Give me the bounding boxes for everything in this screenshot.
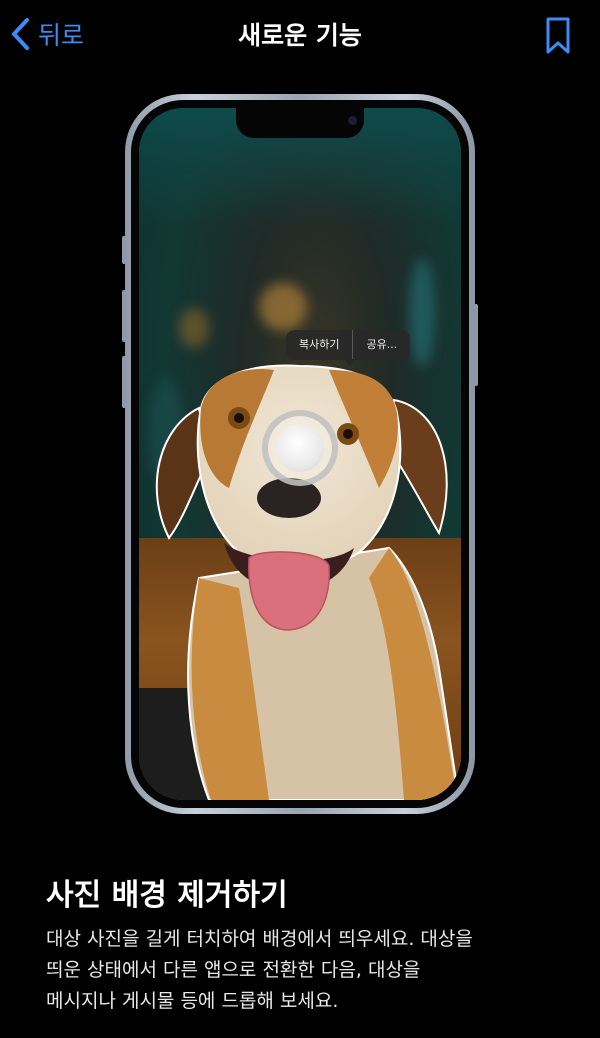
page-title: 새로운 기능 bbox=[238, 21, 362, 50]
touch-indicator-core bbox=[276, 424, 324, 472]
phone-mute-switch bbox=[122, 236, 126, 264]
phone-side-button bbox=[474, 304, 478, 386]
feature-description-line: 대상 사진을 길게 터치하여 배경에서 띄우세요. 대상을 bbox=[46, 928, 473, 950]
feature-description-line: 메시지나 게시물 등에 드롭해 보세요. bbox=[46, 990, 339, 1012]
bookmark-button[interactable] bbox=[543, 16, 573, 56]
feature-description-line: 띄운 상태에서 다른 앱으로 전환한 다음, 대상을 bbox=[46, 959, 421, 981]
phone-screen: 복사하기 공유... bbox=[139, 108, 461, 800]
share-menu-item[interactable]: 공유... bbox=[353, 330, 410, 360]
front-camera bbox=[348, 116, 357, 125]
iphone-illustration: 복사하기 공유... bbox=[122, 94, 478, 814]
phone-volume-up bbox=[122, 290, 126, 342]
phone-volume-down bbox=[122, 356, 126, 408]
touch-indicator bbox=[262, 410, 338, 486]
navigation-bar: 뒤로 새로운 기능 bbox=[0, 0, 600, 72]
feature-description: 대상 사진을 길게 터치하여 배경에서 띄우세요. 대상을 띄운 상태에서 다른… bbox=[46, 924, 566, 1017]
context-menu: 복사하기 공유... bbox=[286, 330, 411, 360]
feature-title: 사진 배경 제거하기 bbox=[46, 878, 288, 913]
phone-notch bbox=[236, 108, 364, 138]
context-menu-arrow bbox=[344, 359, 356, 366]
copy-menu-item[interactable]: 복사하기 bbox=[286, 330, 352, 360]
bookmark-icon bbox=[543, 17, 573, 60]
